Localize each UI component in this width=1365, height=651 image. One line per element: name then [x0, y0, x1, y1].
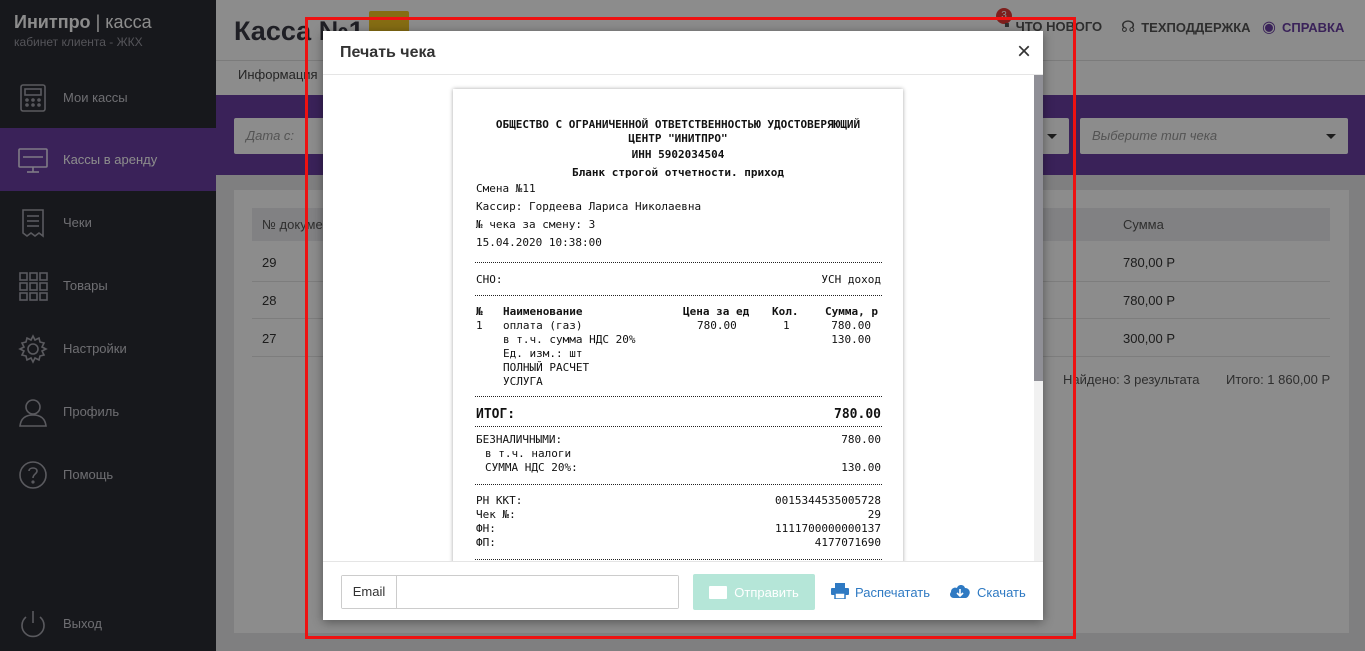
highlight-frame [305, 17, 1076, 639]
